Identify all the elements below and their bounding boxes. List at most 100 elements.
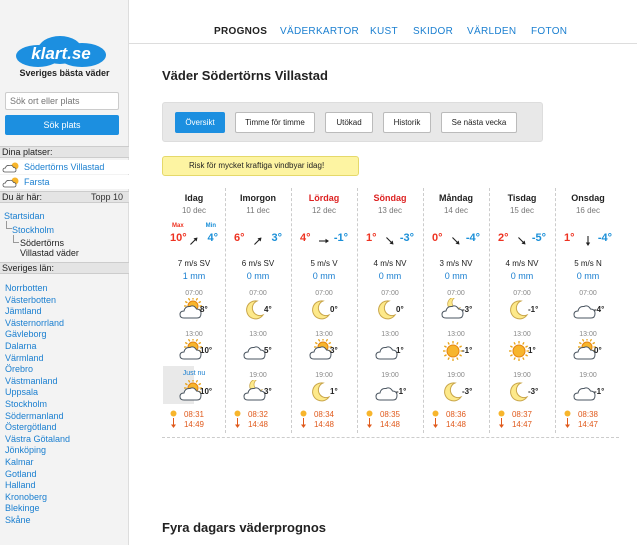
county-link[interactable]: Örebro (5, 364, 33, 374)
sunset-time: 14:49 (183, 420, 205, 429)
county-link[interactable]: Värmland (5, 353, 44, 363)
my-places-header: Dina platser: (0, 146, 129, 158)
county-link[interactable]: Södermanland (5, 411, 64, 421)
top10-link[interactable]: Topp 10 (91, 192, 123, 202)
temp-min: -4° (597, 232, 612, 244)
counties-header: Sveriges län: (0, 262, 129, 274)
period-time: 07:00 (381, 290, 399, 297)
temp-max: 1° (564, 232, 575, 244)
weather-warning[interactable]: Risk för mycket kraftiga vindbyar idag! (162, 156, 359, 176)
partly-weather-icon (179, 380, 202, 401)
day-name: Lördag (308, 193, 340, 203)
tab-oversikt[interactable]: Översikt (175, 112, 225, 133)
wind-speed: 4 m/s NV (505, 259, 539, 268)
county-link[interactable]: Dalarna (5, 341, 37, 351)
period-time: 07:00 (579, 290, 597, 297)
county-link[interactable]: Stockholm (5, 399, 47, 409)
day-name: Imorgon (240, 193, 276, 203)
county-link[interactable]: Norrbotten (5, 283, 48, 293)
period-time: 13:00 (249, 331, 267, 338)
day-column[interactable]: Lördag 12 dec 4° -1° 5 m/s V 0 mm 07:00 0° 13:00… (291, 186, 357, 438)
cloud-weather-icon (573, 387, 596, 401)
county-link[interactable]: Västerbotten (5, 295, 56, 305)
nav-vaderkartor[interactable]: VÄDERKARTOR (280, 26, 359, 37)
sun-weather-icon (509, 341, 529, 361)
nav-prognos[interactable]: PROGNOS (214, 26, 267, 37)
wind-arrow-icon (452, 237, 460, 245)
period-time: 19:00 (579, 372, 597, 379)
period-temp: -1° (594, 387, 605, 396)
county-link[interactable]: Kronoberg (5, 492, 47, 502)
breadcrumb-region[interactable]: Stockholm (12, 225, 54, 235)
county-link[interactable]: Jämtland (5, 306, 42, 316)
period-time: 07:00 (249, 290, 267, 297)
day-date: 15 dec (509, 206, 535, 215)
sunset-time: 14:48 (379, 420, 401, 429)
nav-kust[interactable]: KUST (370, 26, 398, 37)
partly-weather-icon (573, 339, 596, 360)
day-date: 12 dec (311, 206, 337, 215)
search-button[interactable]: Sök plats (5, 115, 119, 135)
search-input[interactable] (5, 92, 119, 110)
tab-se-nasta-vecka[interactable]: Se nästa vecka (441, 112, 517, 133)
county-link[interactable]: Västernorrland (5, 318, 64, 328)
day-column[interactable]: Imorgon 11 dec 6° 3° 6 m/s SV 0 mm 07:00 4° 13:0… (225, 186, 291, 438)
period-temp: 0° (594, 346, 602, 355)
period-time: 19:00 (513, 372, 531, 379)
county-link[interactable]: Blekinge (5, 503, 40, 513)
day-column[interactable]: Tisdag 15 dec 2° -5° 4 m/s NV 0 mm 07:00 -1° 13:… (489, 186, 555, 438)
temp-min: -3° (399, 232, 414, 244)
klart-logo[interactable]: klart.se (14, 36, 108, 68)
my-place-item[interactable]: Farsta (0, 175, 129, 189)
moon-weather-icon (312, 300, 331, 320)
nav-skidor[interactable]: SKIDOR (413, 26, 453, 37)
tab-historik[interactable]: Historik (383, 112, 431, 133)
county-link[interactable]: Jönköping (5, 445, 46, 455)
county-link[interactable]: Östergötland (5, 422, 57, 432)
precipitation: 1 mm (182, 271, 206, 281)
tab-utokad[interactable]: Utökad (325, 112, 373, 133)
wind-arrow-icon (585, 236, 591, 246)
precipitation: 0 mm (510, 271, 534, 281)
day-column[interactable]: Måndag 14 dec 0° -4° 3 m/s NV 0 mm 07:00 -3° 13:… (423, 186, 489, 438)
county-link[interactable]: Västra Götaland (5, 434, 70, 444)
precipitation: 0 mm (576, 271, 600, 281)
wind-speed: 3 m/s NV (439, 259, 473, 268)
period-time: 07:00 (513, 290, 531, 297)
period-time: 07:00 (185, 290, 203, 297)
period-temp: 5° (264, 346, 272, 355)
tab-timme-for-timme[interactable]: Timme för timme (235, 112, 315, 133)
tree-line (13, 235, 19, 243)
day-column[interactable]: Söndag 13 dec 1° -3° 4 m/s NV 0 mm 07:00 0° 13:0… (357, 186, 423, 438)
period-time: 19:00 (447, 372, 465, 379)
day-column[interactable]: Idag 10 dec Max Min 10° 4° 7 m/s SV 1 mm 07:00 8°… (161, 186, 227, 438)
nav-foton[interactable]: FOTON (531, 26, 567, 37)
county-link[interactable]: Gävleborg (5, 329, 47, 339)
warning-text: Risk för mycket kraftiga vindbyar idag! (189, 161, 325, 170)
moon-weather-icon (312, 382, 331, 402)
sunrise-time: 08:34 (313, 410, 335, 419)
my-place-label: Farsta (24, 177, 50, 187)
moon-weather-icon (378, 300, 397, 320)
period-time: 13:00 (315, 331, 333, 338)
day-column[interactable]: Onsdag 16 dec 1° -4° 5 m/s N 0 mm 07:00 -4° 13:0… (555, 186, 621, 438)
county-link[interactable]: Skåne (5, 515, 31, 525)
partly-cloudy-icon (2, 177, 19, 188)
wind-speed: 4 m/s NV (373, 259, 407, 268)
county-link[interactable]: Halland (5, 480, 36, 490)
temp-min: -5° (531, 232, 546, 244)
my-place-item[interactable]: Södertörns Villastad (0, 160, 129, 174)
period-temp: -3° (462, 305, 473, 314)
county-link[interactable]: Västmanland (5, 376, 58, 386)
precipitation: 0 mm (246, 271, 270, 281)
temp-min: -1° (333, 232, 348, 244)
county-link[interactable]: Uppsala (5, 387, 38, 397)
wind-speed: 5 m/s N (574, 259, 602, 268)
breadcrumb-home[interactable]: Startsidan (4, 211, 45, 221)
period-time: 19:00 (315, 372, 333, 379)
county-link[interactable]: Gotland (5, 469, 37, 479)
county-link[interactable]: Kalmar (5, 457, 34, 467)
nav-varlden[interactable]: VÄRLDEN (467, 26, 516, 37)
day-name: Söndag (373, 193, 407, 203)
day-name: Tisdag (507, 193, 537, 203)
